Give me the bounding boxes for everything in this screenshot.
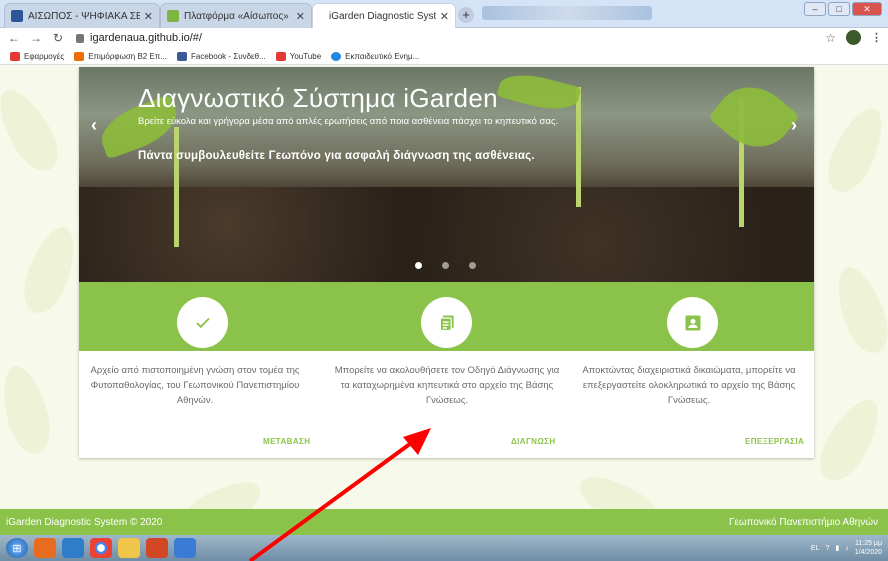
reload-icon[interactable]: ↻	[50, 31, 66, 45]
windows-explorer-icon[interactable]	[62, 538, 84, 558]
facebook-icon	[177, 51, 188, 61]
help-icon[interactable]: ?	[825, 545, 829, 552]
tab-platform[interactable]: Πλατφόρμα «Αίσωπος» - Ψηφι ✕	[160, 3, 312, 28]
blurred-tab	[482, 6, 652, 20]
feature-text: Αρχείο από πιστοποιημένη γνώση στον τομέ…	[90, 365, 300, 406]
check-icon	[195, 317, 210, 328]
site-footer: iGarden Diagnostic System © 2020 Γεωπονι…	[0, 509, 888, 535]
language-indicator[interactable]: EL	[811, 545, 820, 552]
feature-circle	[667, 297, 718, 348]
clock-time: 11:25 μμ	[854, 540, 882, 547]
tab-igarden[interactable]: iGarden Diagnostic System ✕	[312, 3, 456, 28]
carousel-dot[interactable]	[469, 262, 476, 269]
carousel-dot[interactable]	[415, 262, 422, 269]
chrome-icon[interactable]	[90, 538, 112, 558]
diagnosis-link[interactable]: ΔΙΑΓΝΩΣΗ	[511, 437, 556, 446]
background-leaf	[818, 100, 888, 200]
footer-copyright: iGarden Diagnostic System © 2020	[6, 516, 163, 528]
feature-circle	[421, 297, 472, 348]
carousel-prev-icon[interactable]: ‹	[91, 115, 97, 136]
folder-icon[interactable]	[118, 538, 140, 558]
background-leaf	[810, 391, 888, 489]
globe-icon	[331, 51, 342, 61]
start-button[interactable]: ⊞	[6, 538, 28, 558]
forward-icon[interactable]: →	[28, 31, 44, 45]
feature-circle	[177, 297, 228, 348]
background-leaf	[0, 361, 57, 459]
main-card: Διαγνωστικό Σύστημα iGarden Βρείτε εύκολ…	[79, 67, 814, 458]
bookmark-label: YouTube	[289, 51, 322, 61]
clock[interactable]: 11:25 μμ 1/4/2020	[855, 539, 882, 557]
bookmark-youtube[interactable]: YouTube	[275, 51, 322, 61]
footer-university: Γεωπονικό Πανεπιστήμιο Αθηνών	[728, 516, 878, 528]
system-tray: EL ? ▮ ♪ 11:25 μμ 1/4/2020	[811, 539, 882, 557]
tab-title: iGarden Diagnostic System	[329, 10, 436, 22]
maximize-button[interactable]: □	[828, 2, 850, 16]
edit-link[interactable]: ΕΠΕΞΕΡΓΑΣΙΑ	[745, 437, 804, 446]
menu-kebab-icon[interactable]: ⋮	[871, 31, 882, 44]
minimize-button[interactable]: –	[804, 2, 826, 16]
bookmarks-bar: Εφαρμογές Επιμόρφωση Β2 Επ... Facebook -…	[0, 48, 888, 65]
hero-carousel: Διαγνωστικό Σύστημα iGarden Βρείτε εύκολ…	[79, 67, 814, 282]
bookmark-label: Εφαρμογές	[24, 51, 65, 61]
sprout-image	[576, 87, 581, 207]
sprout-leaf-image	[496, 67, 582, 117]
close-tab-icon[interactable]: ✕	[296, 10, 305, 23]
feature-text: Αποκτώντας διαχειριστικά δικαιώματα, μπο…	[582, 365, 796, 406]
document-icon	[439, 315, 454, 331]
powerpoint-icon[interactable]	[146, 538, 168, 558]
bookmark-facebook[interactable]: Facebook - Συνδεθ...	[177, 51, 266, 61]
url-field[interactable]: igardenaua.github.io/#/	[90, 32, 202, 44]
lock-icon	[76, 33, 84, 43]
browser-tab-bar: ΑΙΣΩΠΟΣ - ΨΗΦΙΑΚΑ ΣΕΝΑΡΙΑ ✕ Πλατφόρμα «Α…	[0, 0, 888, 28]
profile-avatar[interactable]	[846, 30, 861, 45]
tab-title: ΑΙΣΩΠΟΣ - ΨΗΦΙΑΚΑ ΣΕΝΑΡΙΑ	[28, 10, 140, 22]
carousel-next-icon[interactable]: ›	[791, 115, 797, 136]
background-leaf	[827, 260, 888, 360]
bookmark-training[interactable]: Επιμόρφωση Β2 Επ...	[74, 51, 168, 61]
sprout-leaf-image	[707, 71, 801, 163]
carousel-indicators	[415, 262, 476, 269]
aisopos-favicon-icon	[11, 10, 23, 22]
firefox-icon[interactable]	[34, 538, 56, 558]
tab-title: Πλατφόρμα «Αίσωπος» - Ψηφι	[184, 10, 292, 22]
goto-link[interactable]: ΜΕΤΑΒΑΣΗ	[263, 437, 310, 446]
hero-subtitle: Βρείτε εύκολα και γρήγορα μέσα από απλές…	[138, 116, 559, 127]
hero-title: Διαγνωστικό Σύστημα iGarden	[138, 83, 498, 113]
bookmark-label: Επιμόρφωση Β2 Επ...	[88, 51, 168, 61]
clock-date: 1/4/2020	[854, 549, 882, 556]
tab-aisopos[interactable]: ΑΙΣΩΠΟΣ - ΨΗΦΙΑΚΑ ΣΕΝΑΡΙΑ ✕	[4, 3, 160, 28]
volume-icon[interactable]: ♪	[845, 545, 849, 552]
close-tab-icon[interactable]: ✕	[440, 10, 449, 23]
youtube-icon	[275, 51, 286, 61]
back-icon[interactable]: ←	[6, 31, 22, 45]
hero-note: Πάντα συμβουλευθείτε Γεωπόνο για ασφαλή …	[138, 150, 535, 162]
person-icon	[685, 315, 700, 330]
address-bar: ← → ↻ igardenaua.github.io/#/ ☆ ⋮	[0, 28, 888, 48]
background-leaf	[0, 81, 68, 179]
paint-icon[interactable]	[174, 538, 196, 558]
new-tab-button[interactable]: +	[458, 7, 474, 23]
feature-text: Μπορείτε να ακολουθήσετε τον Οδηγό Διάγν…	[334, 365, 560, 406]
platform-favicon-icon	[167, 10, 179, 22]
bookmark-apps[interactable]: Εφαρμογές	[10, 51, 65, 61]
bookmark-label: Facebook - Συνδεθ...	[191, 51, 266, 61]
window-controls: – □ ✕	[804, 2, 882, 16]
bookmark-label: Εκπαιδευτικό Ενημ...	[345, 51, 420, 61]
bookmark-star-icon[interactable]: ☆	[825, 31, 836, 45]
sprout-image	[174, 127, 179, 247]
apps-grid-icon	[10, 51, 20, 61]
background-leaf	[15, 220, 85, 320]
os-taskbar: ⊞ EL ? ▮ ♪ 11:25 μμ 1/4/2020	[0, 535, 888, 561]
training-icon	[74, 51, 85, 61]
network-icon[interactable]: ▮	[835, 544, 839, 552]
bookmark-edu[interactable]: Εκπαιδευτικό Ενημ...	[331, 51, 420, 61]
carousel-dot[interactable]	[442, 262, 449, 269]
close-window-button[interactable]: ✕	[852, 2, 882, 16]
close-tab-icon[interactable]: ✕	[144, 10, 153, 23]
page-body: Διαγνωστικό Σύστημα iGarden Βρείτε εύκολ…	[0, 65, 888, 535]
